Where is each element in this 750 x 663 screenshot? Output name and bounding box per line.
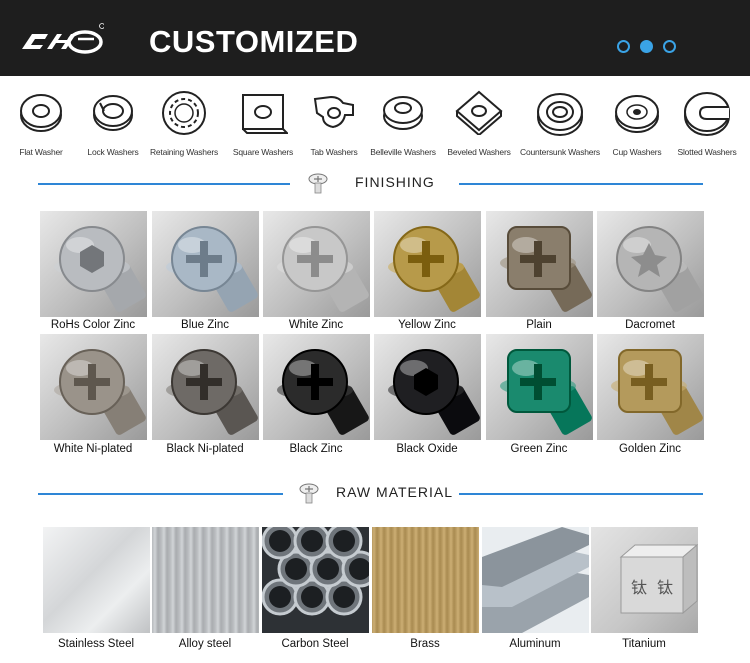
carousel-dots <box>617 40 676 53</box>
screw-icon <box>306 171 330 195</box>
screw-icon <box>297 481 321 505</box>
flat-washer-icon <box>20 94 62 132</box>
carousel-dot-1[interactable] <box>617 40 630 53</box>
material-label: Carbon Steel <box>281 638 349 650</box>
divider-line <box>459 493 703 495</box>
divider-line <box>38 183 290 185</box>
countersunk-washer-icon <box>537 93 583 136</box>
finish-label: Blue Zinc <box>181 319 229 331</box>
finish-label: Green Zinc <box>510 443 568 455</box>
finish-swatch-tile[interactable] <box>486 211 593 317</box>
material-label: Aluminum <box>509 638 561 650</box>
section-title: FINISHING <box>355 174 435 190</box>
finish-label: White Zinc <box>288 319 344 331</box>
washer-slotted[interactable]: Slotted Washers <box>666 85 748 165</box>
material-swatch-tile[interactable] <box>482 527 589 633</box>
material-label: Stainless Steel <box>57 638 135 650</box>
finish-swatch-tile[interactable] <box>40 211 147 317</box>
retaining-washer-icon <box>162 91 206 135</box>
washer-label: Slotted Washers <box>677 147 737 157</box>
finish-label: RoHs Color Zinc <box>50 319 136 331</box>
finish-swatch-tile[interactable] <box>374 211 481 317</box>
material-swatch-tile[interactable] <box>372 527 479 633</box>
material-label: Brass <box>410 638 440 650</box>
finish-label: Black Ni-plated <box>166 443 244 455</box>
svg-text:钛: 钛 <box>657 578 673 597</box>
square-washer-icon <box>242 94 288 134</box>
finishing-section-header: FINISHING <box>0 171 750 195</box>
divider-line <box>38 493 283 495</box>
finish-swatch-tile[interactable] <box>40 334 147 440</box>
carousel-dot-2[interactable] <box>640 40 653 53</box>
material-swatch-tile[interactable] <box>152 527 259 633</box>
finish-label: Black Zinc <box>289 443 343 455</box>
finish-swatch-tile[interactable] <box>374 334 481 440</box>
finish-swatch-tile[interactable] <box>152 211 259 317</box>
finish-label: Dacromet <box>625 319 675 331</box>
cup-washer-icon <box>615 95 659 133</box>
finish-swatch-tile[interactable] <box>263 211 370 317</box>
beveled-washer-icon <box>455 90 503 135</box>
belleville-washer-icon <box>383 96 423 130</box>
svg-text:钛: 钛 <box>631 578 647 597</box>
che-logo[interactable] <box>18 22 105 58</box>
finish-label: Black Oxide <box>396 443 458 455</box>
raw-material-section-header: RAW MATERIAL <box>0 481 750 505</box>
finish-label: White Ni-plated <box>53 443 133 455</box>
page-title: CUSTOMIZED <box>149 24 359 59</box>
finish-label: Yellow Zinc <box>398 319 456 331</box>
washer-beveled[interactable]: Beveled Washers <box>438 85 520 165</box>
lock-washer-icon <box>93 95 133 131</box>
finish-swatch-tile[interactable] <box>597 334 704 440</box>
material-swatch-tile[interactable] <box>43 527 150 633</box>
tab-washer-icon <box>313 95 354 129</box>
washer-types-row: Flat Washer Lock Washers Retaining Washe… <box>0 85 750 165</box>
material-label: Titanium <box>622 638 666 650</box>
finish-swatch-tile[interactable] <box>597 211 704 317</box>
finish-swatch-tile[interactable] <box>152 334 259 440</box>
material-label: Alloy steel <box>178 638 232 650</box>
finish-label: Plain <box>526 319 552 331</box>
material-swatch-tile[interactable]: 钛 钛 <box>591 527 698 633</box>
material-swatch-tile[interactable] <box>262 527 369 633</box>
carousel-dot-3[interactable] <box>663 40 676 53</box>
divider-line <box>459 183 703 185</box>
section-title: RAW MATERIAL <box>336 484 454 500</box>
finish-swatch-tile[interactable] <box>263 334 370 440</box>
header-bar: CUSTOMIZED <box>0 0 750 76</box>
finish-label: Golden Zinc <box>618 443 681 455</box>
finish-swatch-tile[interactable] <box>486 334 593 440</box>
slotted-washer-icon <box>684 92 730 136</box>
